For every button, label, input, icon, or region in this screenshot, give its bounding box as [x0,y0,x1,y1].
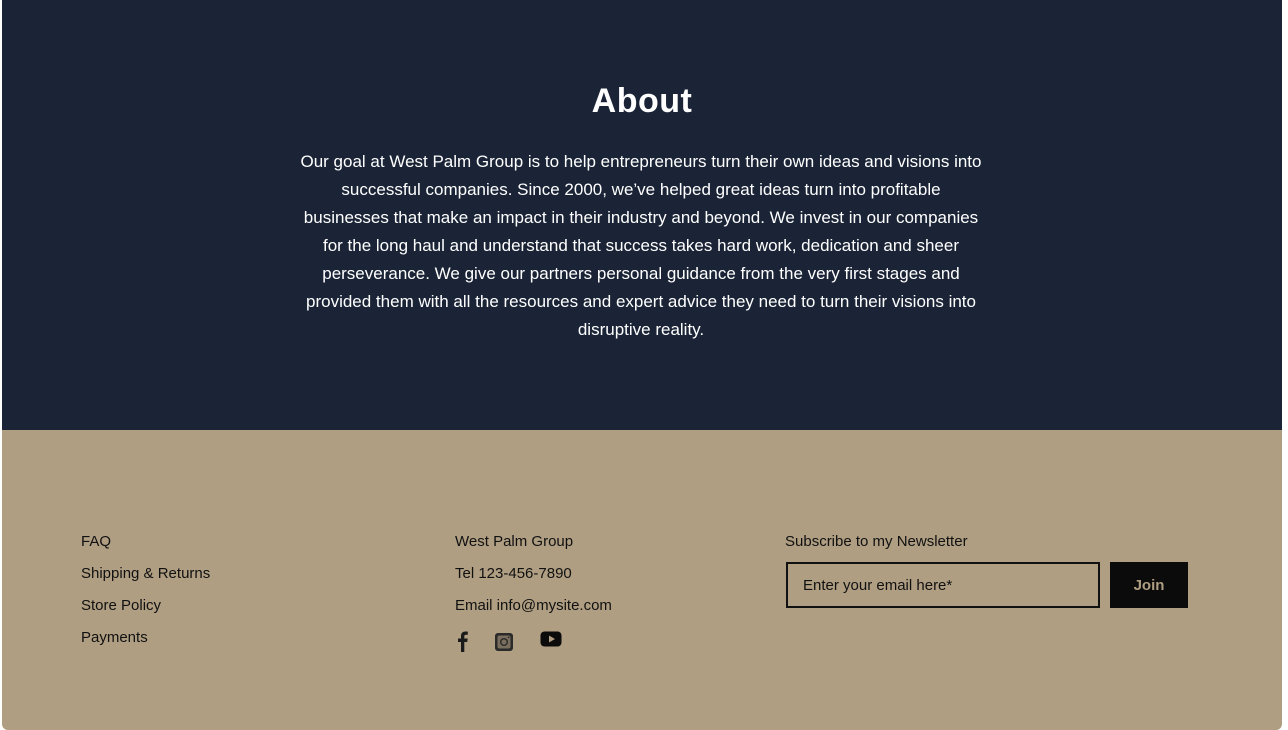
site-footer: FAQ Shipping & Returns Store Policy Paym… [2,430,1282,730]
company-name: West Palm Group [455,533,574,550]
phone-number: Tel 123-456-7890 [455,565,572,582]
email-address: Email info@mysite.com [455,597,612,614]
youtube-icon[interactable] [540,630,562,653]
newsletter-title: Subscribe to my Newsletter [785,533,968,550]
about-description: Our goal at West Palm Group is to help e… [300,152,982,339]
newsletter-email-input[interactable] [786,562,1100,608]
about-title: About [591,82,693,120]
contact-info: West Palm Group Tel 123-456-7890 Email i… [455,526,612,622]
footer-link-store-policy[interactable]: Store Policy [81,590,210,622]
facebook-icon[interactable] [457,630,469,657]
footer-link-payments[interactable]: Payments [81,622,210,654]
about-section: About Our goal at West Palm Group is to … [2,0,1282,430]
footer-link-faq[interactable]: FAQ [81,526,210,558]
instagram-icon[interactable] [494,632,514,657]
footer-links: FAQ Shipping & Returns Store Policy Paym… [81,526,210,654]
footer-link-shipping-returns[interactable]: Shipping & Returns [81,558,210,590]
join-button[interactable]: Join [1110,562,1188,608]
page: About Our goal at West Palm Group is to … [2,0,1282,730]
